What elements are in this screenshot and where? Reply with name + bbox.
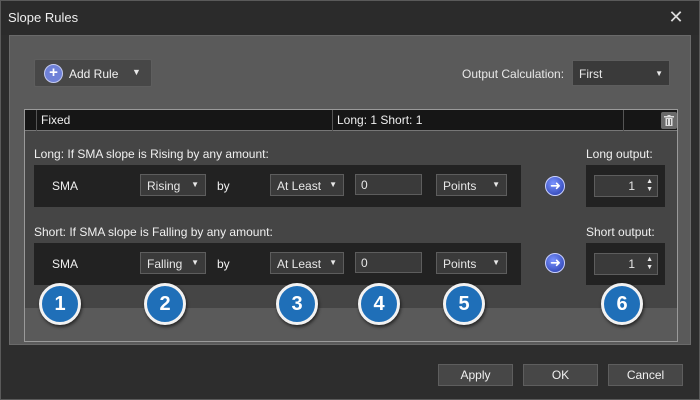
short-condition-label: Short: If SMA slope is Falling by any am…	[34, 225, 273, 239]
arrow-right-circle-icon[interactable]: ➜	[545, 176, 565, 196]
dialog-body: + Add Rule ▼ Output Calculation: First ▼…	[9, 35, 691, 345]
callout-badge-6: 6	[601, 283, 643, 325]
chevron-down-icon: ▼	[329, 180, 337, 189]
short-indicator: SMA	[52, 257, 79, 271]
short-output-label: Short output:	[586, 225, 655, 239]
long-output-value: 1	[628, 179, 635, 193]
add-rule-button[interactable]: + Add Rule ▼	[34, 59, 152, 87]
slope-rules-dialog: Slope Rules ✕ + Add Rule ▼ Output Calcul…	[0, 0, 700, 400]
long-amount-input[interactable]: 0	[355, 174, 422, 195]
decrement-icon[interactable]: ▼	[646, 186, 653, 193]
callout-badge-2: 2	[144, 283, 186, 325]
short-unit-select[interactable]: Points ▼	[436, 252, 507, 274]
close-icon[interactable]: ✕	[665, 6, 687, 28]
long-comparator-select[interactable]: At Least ▼	[270, 174, 344, 196]
arrow-right-circle-icon[interactable]: ➜	[545, 253, 565, 273]
output-calculation-value: First	[579, 67, 603, 81]
row-selector[interactable]	[25, 110, 37, 131]
chevron-down-icon: ▼	[191, 180, 199, 189]
long-indicator: SMA	[52, 179, 79, 193]
chevron-down-icon: ▼	[492, 258, 500, 267]
rule-summary-cell: Long: 1 Short: 1	[333, 110, 624, 131]
increment-icon[interactable]: ▲	[646, 178, 653, 185]
chevron-down-icon: ▼	[191, 258, 199, 267]
title-bar: Slope Rules ✕	[1, 1, 699, 35]
ok-button[interactable]: OK	[523, 364, 598, 386]
plus-circle-icon: +	[44, 64, 63, 83]
callout-badge-3: 3	[276, 283, 318, 325]
callout-badge-4: 4	[358, 283, 400, 325]
short-output-stepper[interactable]: 1 ▲ ▼	[594, 253, 658, 275]
short-comparator-value: At Least	[277, 257, 322, 271]
callout-band	[25, 308, 677, 341]
callout-badge-1: 1	[39, 283, 81, 325]
long-direction-value: Rising	[147, 179, 181, 193]
long-output-box: 1 ▲ ▼	[586, 165, 665, 207]
rule-type-cell: Fixed	[37, 110, 333, 131]
long-by-label: by	[217, 179, 230, 193]
short-unit-value: Points	[443, 257, 477, 271]
short-direction-value: Falling	[147, 257, 183, 271]
chevron-down-icon: ▼	[329, 258, 337, 267]
apply-button[interactable]: Apply	[438, 364, 513, 386]
output-calculation-select[interactable]: First ▼	[572, 60, 670, 86]
cancel-button[interactable]: Cancel	[608, 364, 683, 386]
long-condition-label: Long: If SMA slope is Rising by any amou…	[34, 147, 269, 161]
short-rule-row: SMA Falling ▼ by At Least ▼ 0 Points ▼	[34, 243, 521, 285]
short-direction-select[interactable]: Falling ▼	[140, 252, 206, 274]
chevron-down-icon[interactable]: ▼	[132, 67, 141, 77]
long-unit-select[interactable]: Points ▼	[436, 174, 507, 196]
long-rule-row: SMA Rising ▼ by At Least ▼ 0 Points ▼	[34, 165, 521, 207]
add-rule-label: Add Rule	[69, 67, 119, 81]
long-unit-value: Points	[443, 179, 477, 193]
rule-header-row[interactable]: Fixed Long: 1 Short: 1	[25, 110, 677, 131]
trash-icon[interactable]	[661, 112, 677, 129]
long-output-stepper[interactable]: 1 ▲ ▼	[594, 175, 658, 197]
chevron-down-icon: ▼	[655, 69, 663, 78]
increment-icon[interactable]: ▲	[646, 256, 653, 263]
rule-panel: Fixed Long: 1 Short: 1 Long: If SMA slop…	[24, 109, 678, 342]
short-output-value: 1	[628, 257, 635, 271]
long-comparator-value: At Least	[277, 179, 322, 193]
output-calculation-label: Output Calculation:	[462, 67, 565, 81]
chevron-down-icon: ▼	[492, 180, 500, 189]
long-output-label: Long output:	[586, 147, 653, 161]
short-by-label: by	[217, 257, 230, 271]
long-direction-select[interactable]: Rising ▼	[140, 174, 206, 196]
window-title: Slope Rules	[8, 10, 79, 25]
short-output-box: 1 ▲ ▼	[586, 243, 665, 285]
short-comparator-select[interactable]: At Least ▼	[270, 252, 344, 274]
short-amount-input[interactable]: 0	[355, 252, 422, 273]
callout-badge-5: 5	[443, 283, 485, 325]
decrement-icon[interactable]: ▼	[646, 264, 653, 271]
